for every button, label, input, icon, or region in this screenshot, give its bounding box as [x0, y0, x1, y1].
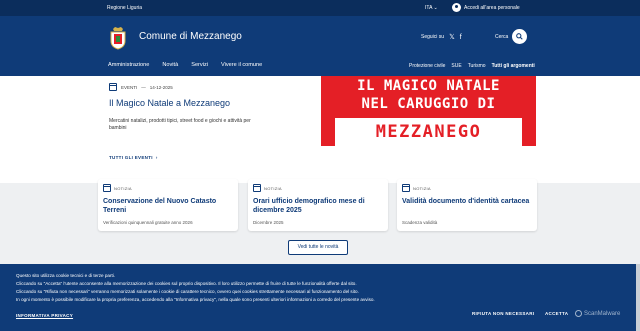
scrollbar[interactable]: [636, 264, 640, 331]
cookie-line: Cliccando su "Accetta" l'utente acconsen…: [16, 281, 357, 286]
cookie-line: Questo sito utilizza cookie tecnici e di…: [16, 273, 116, 278]
all-events-label: TUTTI GLI EVENTI: [109, 155, 153, 160]
hero-image-line-2: NEL CARUGGIO DI: [361, 96, 496, 112]
hero-image-line-1: IL MAGICO NATALE: [357, 78, 500, 94]
hero-title[interactable]: Il Magico Natale a Mezzanego: [109, 98, 230, 108]
brand-label: ScanMalware: [584, 310, 621, 317]
card-category-label: NOTIZIA: [264, 185, 282, 191]
top-bar: Regione Liguria ITA ⌄ Accedi all'area pe…: [0, 0, 640, 16]
site-title[interactable]: Comune di Mezzanego: [139, 31, 242, 42]
news-card[interactable]: NOTIZIA Conservazione del Nuovo Catasto …: [98, 179, 238, 231]
nav-item-vivere-il-comune[interactable]: Vivere il comune: [221, 62, 262, 68]
login-button[interactable]: Accedi all'area personale: [452, 3, 520, 12]
card-subtitle: Dicembre 2025: [253, 220, 284, 225]
social-label: Seguici su: [421, 34, 445, 40]
card-category: NOTIZIA: [402, 184, 431, 192]
cookie-line: In ogni momento è possibile modificare l…: [16, 297, 375, 302]
cookie-line: Cliccando su "Rifiuta non necessari" ver…: [16, 289, 359, 294]
event-meta: EVENTI — 14-12-2025: [109, 83, 173, 91]
hero-event: EVENTI — 14-12-2025 Il Magico Natale a M…: [0, 76, 640, 183]
site-header: Comune di Mezzanego Seguici su 𝕏 f Cerca…: [0, 16, 640, 76]
card-category-label: NOTIZIA: [114, 185, 132, 191]
secondary-nav: Protezione civile SUE Turismo Tutti gli …: [409, 63, 535, 69]
arrow-right-icon: ›: [154, 155, 158, 160]
news-section: NOTIZIA Conservazione del Nuovo Catasto …: [0, 179, 640, 270]
login-label: Accedi all'area personale: [464, 4, 520, 11]
all-events-link[interactable]: TUTTI GLI EVENTI ›: [109, 155, 158, 160]
chevron-down-icon: ⌄: [433, 5, 438, 11]
card-subtitle: Scadenza validità: [402, 220, 438, 225]
calendar-icon: [253, 184, 261, 192]
search-button[interactable]: [512, 29, 527, 44]
search-label: Cerca: [495, 34, 509, 40]
card-category-label: NOTIZIA: [413, 185, 431, 191]
main-nav: Amministrazione Novità Servizi Vivere il…: [108, 62, 262, 68]
nav-item-turismo[interactable]: Turismo: [468, 63, 486, 69]
search-icon: [516, 33, 523, 40]
nav-item-tutti-gli-argomenti[interactable]: Tutti gli argomenti: [492, 63, 535, 69]
reject-button[interactable]: RIFIUTA NON NECESSARI: [472, 311, 534, 316]
card-category: NOTIZIA: [103, 184, 132, 192]
card-category: NOTIZIA: [253, 184, 282, 192]
nav-item-servizi[interactable]: Servizi: [191, 62, 208, 68]
cookie-banner: Questo sito utilizza cookie tecnici e di…: [0, 264, 640, 331]
meta-separator: —: [141, 84, 146, 90]
user-icon: [452, 3, 461, 12]
nav-item-sue[interactable]: SUE: [451, 63, 461, 69]
social-links: Seguici su 𝕏 f: [421, 33, 462, 42]
calendar-icon: [103, 184, 111, 192]
language-label: ITA: [425, 5, 433, 11]
card-subtitle: Verificazioni quinquennali gratuite anno…: [103, 220, 193, 225]
municipality-crest-icon[interactable]: [108, 26, 128, 50]
card-title[interactable]: Validità documento d'identità cartacea: [402, 197, 534, 206]
facebook-icon[interactable]: f: [460, 34, 462, 41]
language-selector[interactable]: ITA ⌄: [425, 5, 438, 11]
news-card[interactable]: NOTIZIA Validità documento d'identità ca…: [397, 179, 537, 231]
region-link[interactable]: Regione Liguria: [107, 5, 142, 11]
cookie-text: Questo sito utilizza cookie tecnici e di…: [16, 272, 616, 304]
scanmalware-badge[interactable]: ScanMalware: [575, 310, 620, 317]
hero-image[interactable]: IL MAGICO NATALE NEL CARUGGIO DI MEZZANE…: [321, 76, 536, 146]
nav-item-novita[interactable]: Novità: [162, 62, 178, 68]
event-category: EVENTI: [121, 84, 138, 90]
nav-item-protezione-civile[interactable]: Protezione civile: [409, 63, 445, 69]
news-card[interactable]: NOTIZIA Orari ufficio demografico mese d…: [248, 179, 388, 231]
calendar-icon: [109, 83, 117, 91]
accept-button[interactable]: ACCETTA: [545, 311, 568, 316]
privacy-link[interactable]: INFORMATIVA PRIVACY: [16, 313, 73, 318]
hero-description: Mercatini natalizi, prodotti tipici, str…: [109, 118, 251, 131]
calendar-icon: [402, 184, 410, 192]
card-title[interactable]: Orari ufficio demografico mese di dicemb…: [253, 197, 385, 215]
shield-icon: [575, 310, 582, 317]
nav-item-amministrazione[interactable]: Amministrazione: [108, 62, 149, 68]
card-title[interactable]: Conservazione del Nuovo Catasto Terreni: [103, 197, 235, 215]
hero-image-line-3: MEZZANEGO: [335, 118, 522, 146]
event-date: 14-12-2025: [149, 84, 173, 90]
all-news-button[interactable]: Vedi tutte le novità: [288, 240, 348, 255]
x-icon[interactable]: 𝕏: [449, 33, 455, 41]
